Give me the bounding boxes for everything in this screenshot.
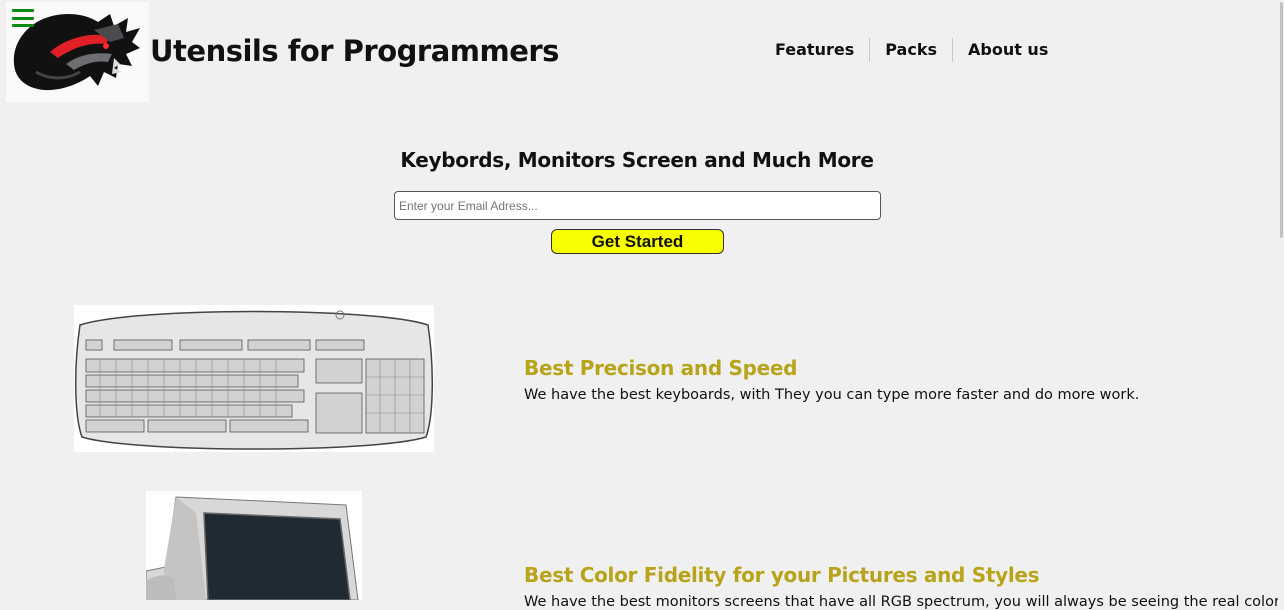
email-input[interactable] [394,191,881,220]
keyboard-image [74,305,434,452]
feature-title-color-fidelity: Best Color Fidelity for your Pictures an… [524,563,1040,587]
feature-title-precision: Best Precison and Speed [524,356,798,380]
monitor-image [146,491,362,600]
hero-title: Keybords, Monitors Screen and Much More [400,148,874,172]
nav-link-about-us[interactable]: About us [951,38,1063,62]
menu-bar [12,16,34,20]
site-title: Utensils for Programmers [150,34,559,68]
menu-bar [12,24,34,27]
scrollbar-thumb[interactable] [1280,2,1283,238]
nav-link-features[interactable]: Features [760,38,869,62]
feature-text-precision: We have the best keyboards, with They yo… [524,387,1140,403]
hamburger-menu-icon[interactable] [12,9,34,27]
nav-link-packs[interactable]: Packs [869,38,952,62]
main-nav: Features Packs About us [760,38,1063,62]
feature-text-color-fidelity: We have the best monitors screens that h… [524,594,1284,610]
menu-bar [12,9,34,12]
scrollbar[interactable] [1278,0,1284,600]
get-started-button[interactable]: Get Started [551,229,724,254]
